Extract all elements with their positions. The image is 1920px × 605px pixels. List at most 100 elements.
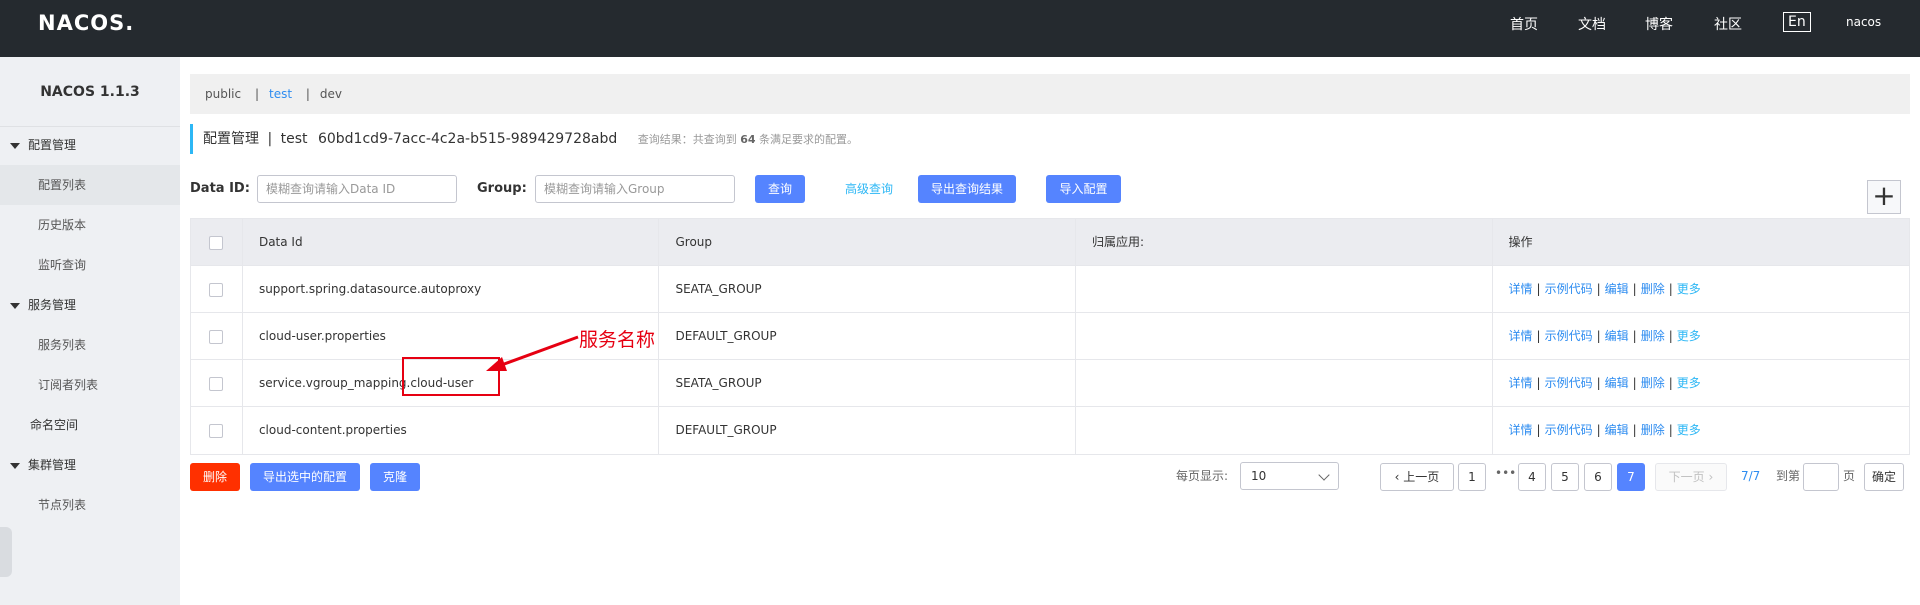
op-separator: |: [1536, 329, 1541, 343]
nacos-logo[interactable]: NACOS.: [38, 11, 134, 35]
export-query-results-button[interactable]: 导出查询结果: [918, 175, 1016, 203]
select-all-checkbox[interactable]: [209, 235, 223, 250]
annotation-arrow-icon: [486, 335, 579, 371]
namespace-separator: |: [305, 87, 310, 101]
goto-confirm-button[interactable]: 确定: [1864, 463, 1904, 491]
sidebar-item-node-list[interactable]: 节点列表: [0, 485, 180, 525]
page-size-label: 每页显示:: [1176, 469, 1229, 483]
caret-down-icon: [10, 302, 20, 309]
delete-link[interactable]: 删除: [1641, 282, 1665, 296]
sidebar-item-config-list[interactable]: 配置列表: [0, 165, 180, 205]
edit-link[interactable]: 编辑: [1605, 329, 1629, 343]
sidebar-item-listener-query[interactable]: 监听查询: [0, 245, 180, 285]
goto-page-input[interactable]: [1803, 463, 1839, 491]
group-label: Group:: [477, 181, 527, 196]
prev-page-button[interactable]: ‹ 上一页: [1380, 463, 1454, 491]
row-checkbox[interactable]: [209, 329, 223, 344]
chevron-right-icon: ›: [1704, 470, 1714, 484]
header-group: Group: [659, 219, 1076, 265]
export-selected-button[interactable]: 导出选中的配置: [250, 463, 360, 491]
op-separator: |: [1596, 282, 1601, 296]
details-link[interactable]: 详情: [1509, 329, 1533, 343]
page-1-button[interactable]: 1: [1458, 463, 1486, 491]
row-checkbox-cell: [191, 360, 243, 406]
language-toggle-button[interactable]: En: [1783, 12, 1811, 32]
cell-group: DEFAULT_GROUP: [659, 407, 1076, 454]
more-link[interactable]: 更多: [1677, 329, 1701, 343]
import-config-button[interactable]: 导入配置: [1046, 175, 1121, 203]
details-link[interactable]: 详情: [1509, 282, 1533, 296]
username[interactable]: nacos: [1846, 15, 1881, 29]
op-separator: |: [1632, 329, 1637, 343]
nav-blog[interactable]: 博客: [1645, 14, 1673, 34]
sidebar-group-service[interactable]: 服务管理: [0, 285, 180, 325]
sample-code-link[interactable]: 示例代码: [1545, 423, 1593, 437]
more-link[interactable]: 更多: [1677, 376, 1701, 390]
more-link[interactable]: 更多: [1677, 282, 1701, 296]
nav-community[interactable]: 社区: [1714, 14, 1742, 34]
sidebar-item-history[interactable]: 历史版本: [0, 205, 180, 245]
cell-group: SEATA_GROUP: [659, 360, 1076, 406]
nav-docs[interactable]: 文档: [1578, 14, 1606, 34]
goto-label: 到第: [1776, 469, 1801, 483]
next-page-button[interactable]: 下一页 ›: [1655, 463, 1727, 491]
sample-code-link[interactable]: 示例代码: [1545, 282, 1593, 296]
query-count: 64: [740, 133, 756, 146]
sidebar-group-cluster[interactable]: 集群管理: [0, 445, 180, 485]
cell-operations: 详情 | 示例代码 | 编辑 | 删除 | 更多: [1493, 407, 1910, 454]
details-link[interactable]: 详情: [1509, 423, 1533, 437]
cell-app: [1076, 313, 1493, 359]
clone-button[interactable]: 克隆: [370, 463, 420, 491]
data-id-label: Data ID:: [190, 181, 250, 196]
edit-link[interactable]: 编辑: [1605, 423, 1629, 437]
delete-link[interactable]: 删除: [1641, 423, 1665, 437]
op-separator: |: [1632, 282, 1637, 296]
page-7-button[interactable]: 7: [1617, 463, 1645, 491]
page-5-button[interactable]: 5: [1551, 463, 1579, 491]
page-6-button[interactable]: 6: [1584, 463, 1612, 491]
page-size-select[interactable]: 10: [1240, 462, 1339, 490]
page-size-value: 10: [1251, 469, 1267, 483]
query-button[interactable]: 查询: [755, 175, 805, 203]
query-result-suffix: 条满足要求的配置。: [759, 133, 859, 146]
delete-link[interactable]: 删除: [1641, 329, 1665, 343]
namespace-public[interactable]: public: [205, 87, 241, 101]
group-input[interactable]: 模糊查询请输入Group: [535, 175, 735, 203]
cell-app: [1076, 407, 1493, 454]
row-checkbox[interactable]: [209, 423, 223, 438]
row-checkbox-cell: [191, 266, 243, 312]
data-id-input[interactable]: 模糊查询请输入Data ID: [257, 175, 457, 203]
namespace-dev[interactable]: dev: [320, 87, 342, 101]
cell-data-id: support.spring.datasource.autoproxy: [243, 266, 660, 312]
row-checkbox[interactable]: [209, 376, 223, 391]
edit-link[interactable]: 编辑: [1605, 282, 1629, 296]
sidebar-collapse-handle[interactable]: [0, 527, 12, 577]
sample-code-link[interactable]: 示例代码: [1545, 376, 1593, 390]
page-4-button[interactable]: 4: [1518, 463, 1546, 491]
details-link[interactable]: 详情: [1509, 376, 1533, 390]
cell-app: [1076, 360, 1493, 406]
advanced-query-link[interactable]: 高级查询: [845, 175, 893, 203]
sidebar-item-service-list[interactable]: 服务列表: [0, 325, 180, 365]
query-result: 查询结果：共查询到 64 条满足要求的配置。: [638, 133, 858, 146]
sample-code-link[interactable]: 示例代码: [1545, 329, 1593, 343]
namespace-test[interactable]: test: [269, 87, 292, 101]
row-checkbox[interactable]: [209, 282, 223, 297]
delete-button[interactable]: 删除: [190, 463, 240, 491]
edit-link[interactable]: 编辑: [1605, 376, 1629, 390]
sidebar-item-namespace[interactable]: 命名空间: [0, 405, 180, 445]
delete-link[interactable]: 删除: [1641, 376, 1665, 390]
goto-unit: 页: [1843, 469, 1856, 483]
add-config-button[interactable]: +: [1867, 180, 1901, 214]
table-row: cloud-content.properties DEFAULT_GROUP 详…: [191, 407, 1909, 454]
op-separator: |: [1536, 376, 1541, 390]
op-separator: |: [1668, 282, 1673, 296]
sidebar-group-config[interactable]: 配置管理: [0, 125, 180, 165]
table-header: Data Id Group 归属应用: 操作: [191, 219, 1909, 266]
config-table: Data Id Group 归属应用: 操作 support.spring.da…: [190, 218, 1910, 455]
sidebar-item-subscriber-list[interactable]: 订阅者列表: [0, 365, 180, 405]
sidebar-group-label: 配置管理: [28, 138, 77, 152]
cell-data-id: cloud-content.properties: [243, 407, 660, 454]
more-link[interactable]: 更多: [1677, 423, 1701, 437]
nav-home[interactable]: 首页: [1510, 14, 1538, 34]
